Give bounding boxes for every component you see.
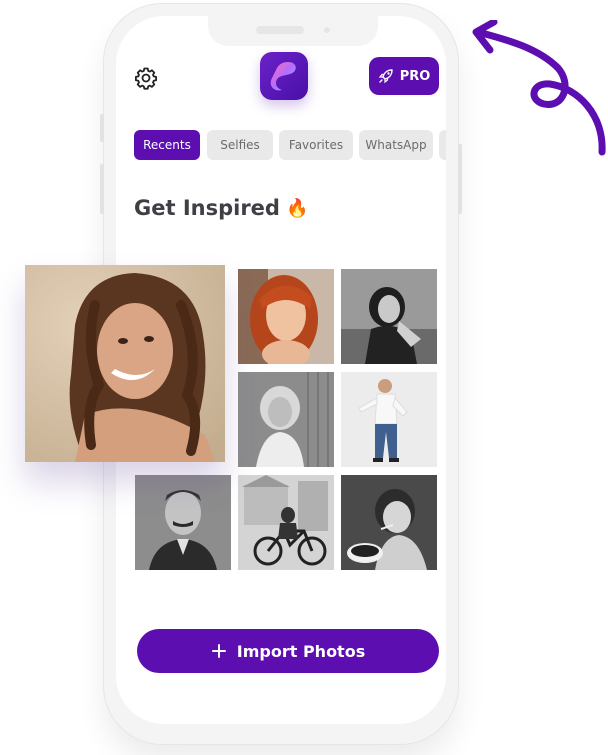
tab-label: Selfies <box>220 138 260 152</box>
portrait-redhead-image <box>238 269 334 364</box>
section-title: Get Inspired 🔥 <box>134 196 308 220</box>
tab-favorites[interactable]: Favorites <box>279 130 353 160</box>
portrait-vintage-man-image <box>135 475 231 570</box>
gear-icon[interactable] <box>134 66 158 90</box>
tab-recents[interactable]: Recents <box>134 130 200 160</box>
gallery-thumb-bw-woman[interactable] <box>341 269 437 364</box>
pro-button[interactable]: PRO <box>369 57 439 95</box>
fire-icon: 🔥 <box>285 197 309 219</box>
speaker <box>256 26 304 34</box>
app-logo <box>260 52 308 100</box>
section-title-text: Get Inspired <box>134 196 280 220</box>
featured-photo[interactable] <box>25 265 225 462</box>
plus-icon <box>211 644 226 658</box>
portrait-bw-woman-image <box>341 269 437 364</box>
tab-label: WhatsApp <box>365 138 427 152</box>
tab-label: Favorites <box>288 138 344 152</box>
gallery-thumb-vintage-child[interactable] <box>341 475 437 570</box>
import-photos-button[interactable]: Import Photos <box>137 629 439 673</box>
gallery-thumb-redhead[interactable] <box>238 269 334 364</box>
gallery-thumb-vintage-man[interactable] <box>135 475 231 570</box>
tab-selfies[interactable]: Selfies <box>207 130 273 160</box>
rocket-icon <box>378 69 393 84</box>
import-photos-label: Import Photos <box>236 641 366 661</box>
filter-tabs: Recents Selfies Favorites WhatsApp <box>134 130 446 160</box>
app-logo-mark <box>270 62 296 91</box>
gallery-thumb-motorcycle[interactable] <box>238 475 334 570</box>
gallery-thumb-man-pointing[interactable] <box>341 372 437 467</box>
front-camera <box>320 23 334 37</box>
phone-button <box>458 144 462 214</box>
pro-label: PRO <box>399 68 431 84</box>
portrait-bw-blonde-image <box>238 372 334 467</box>
phone-button <box>100 164 104 214</box>
portrait-man-pointing-image <box>341 372 437 467</box>
phone-button <box>100 114 104 142</box>
gallery-thumb-bw-blonde[interactable] <box>238 372 334 467</box>
phone-notch <box>208 16 378 46</box>
pointer-arrow-graphic <box>472 20 606 156</box>
tab-label: Recents <box>143 138 191 152</box>
tab-more[interactable] <box>439 130 446 160</box>
featured-curly-woman-image <box>25 265 225 462</box>
vintage-child-image <box>341 475 437 570</box>
vintage-motorcycle-image <box>238 475 334 570</box>
tab-whatsapp[interactable]: WhatsApp <box>359 130 433 160</box>
